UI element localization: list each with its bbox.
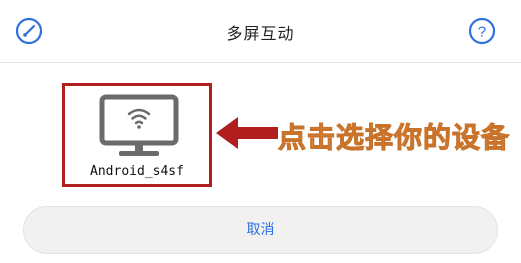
dialog-title: 多屏互动 xyxy=(226,24,295,43)
cancel-button[interactable]: 取消 xyxy=(23,206,498,254)
help-icon[interactable]: ? xyxy=(467,16,497,46)
header-divider xyxy=(0,62,521,63)
annotation-text: 点击选择你的设备 xyxy=(277,121,511,155)
dialog-header: 多屏互动 ? xyxy=(0,0,521,62)
help-icon-glyph: ? xyxy=(478,24,486,41)
device-item-highlighted[interactable]: Android_s4sf xyxy=(62,83,212,187)
annotation-arrow-icon xyxy=(214,113,280,153)
device-name: Android_s4sf xyxy=(90,164,184,179)
multi-screen-dialog: 多屏互动 ? Android_s4sf 点击选择你的设备 取消 xyxy=(0,0,521,263)
tv-wifi-icon xyxy=(97,94,181,162)
